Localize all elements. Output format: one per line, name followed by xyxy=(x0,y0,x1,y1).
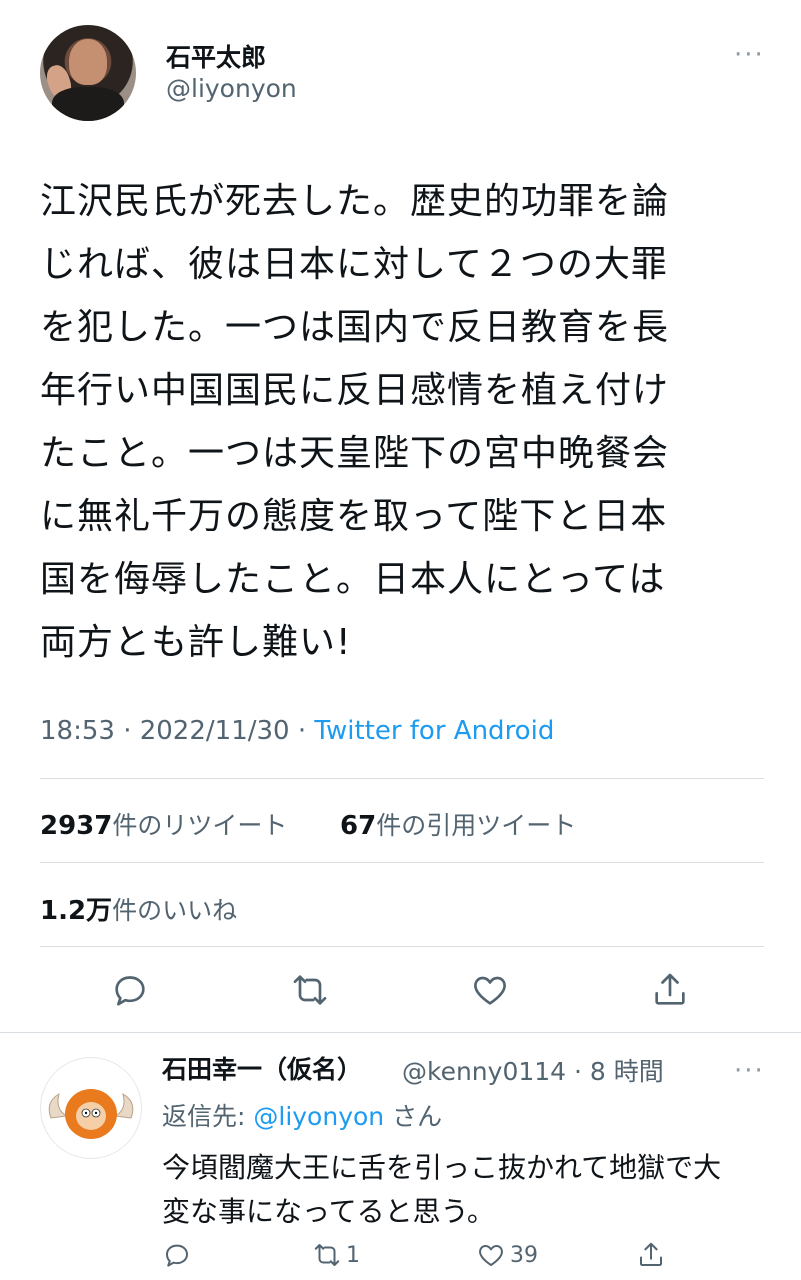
reply-like-count: 39 xyxy=(510,1242,538,1268)
reply-text: 今頃閻魔大王に舌を引っこ抜かれて地獄で大 変な事になってると思う。 xyxy=(162,1151,722,1228)
tweet-timestamp[interactable]: 18:53 · 2022/11/30 · xyxy=(40,716,314,746)
replying-mention[interactable]: @liyonyon xyxy=(253,1102,384,1131)
reply-retweet-button[interactable]: 1 xyxy=(312,1240,360,1270)
section-divider xyxy=(0,1032,801,1033)
quotes-label: 件の引用ツイート xyxy=(376,811,577,840)
retweets-label: 件のリツイート xyxy=(112,811,288,840)
tweet-meta: 18:53 · 2022/11/30 · Twitter for Android xyxy=(40,716,554,746)
reply-handle-time[interactable]: @kenny0114 · 8 時間 xyxy=(402,1052,664,1088)
reply-avatar[interactable] xyxy=(40,1057,142,1159)
replying-suffix: さん xyxy=(384,1102,443,1131)
likes-label: 件のいいね xyxy=(112,896,238,925)
divider xyxy=(40,946,764,947)
reply-reply-button[interactable] xyxy=(162,1240,192,1270)
divider xyxy=(40,862,764,863)
reply-icon xyxy=(166,1244,188,1267)
retweet-icon[interactable] xyxy=(286,966,334,1014)
replying-to: 返信先: @liyonyon さん xyxy=(162,1097,442,1133)
author-handle[interactable]: @liyonyon xyxy=(166,74,297,103)
reply-like-button[interactable]: 39 xyxy=(476,1240,538,1270)
heart-icon xyxy=(479,1245,503,1266)
more-options-icon[interactable]: ··· xyxy=(734,40,765,70)
likes-count: 1.2万 xyxy=(40,896,113,926)
replying-prefix: 返信先: xyxy=(162,1102,254,1131)
author-display-name[interactable]: 石平太郎 xyxy=(166,38,266,74)
retweets-stat[interactable]: 2937件のリツイート xyxy=(40,806,287,842)
retweets-count: 2937 xyxy=(40,811,113,841)
likes-stat[interactable]: 1.2万件のいいね xyxy=(40,890,237,927)
share-icon[interactable] xyxy=(646,966,694,1014)
author-avatar[interactable] xyxy=(40,25,136,121)
quotes-stat[interactable]: 67件の引用ツイート xyxy=(340,806,576,842)
reply-share-button[interactable] xyxy=(636,1240,666,1270)
tweet-source-link[interactable]: Twitter for Android xyxy=(314,716,554,746)
retweet-icon xyxy=(314,1244,340,1266)
reply-icon[interactable] xyxy=(106,966,154,1014)
tweet-text: 江沢民氏が死去した。歴史的功罪を論 じれば、彼は日本に対して２つの大罪 を犯した… xyxy=(40,181,670,663)
share-icon xyxy=(640,1242,662,1266)
reply-display-name[interactable]: 石田幸一（仮名） xyxy=(162,1050,362,1086)
quotes-count: 67 xyxy=(340,811,377,841)
heart-icon[interactable] xyxy=(466,966,514,1014)
reply-retweet-count: 1 xyxy=(346,1242,360,1268)
reply-more-options-icon[interactable]: ··· xyxy=(734,1056,765,1086)
divider xyxy=(40,778,764,779)
